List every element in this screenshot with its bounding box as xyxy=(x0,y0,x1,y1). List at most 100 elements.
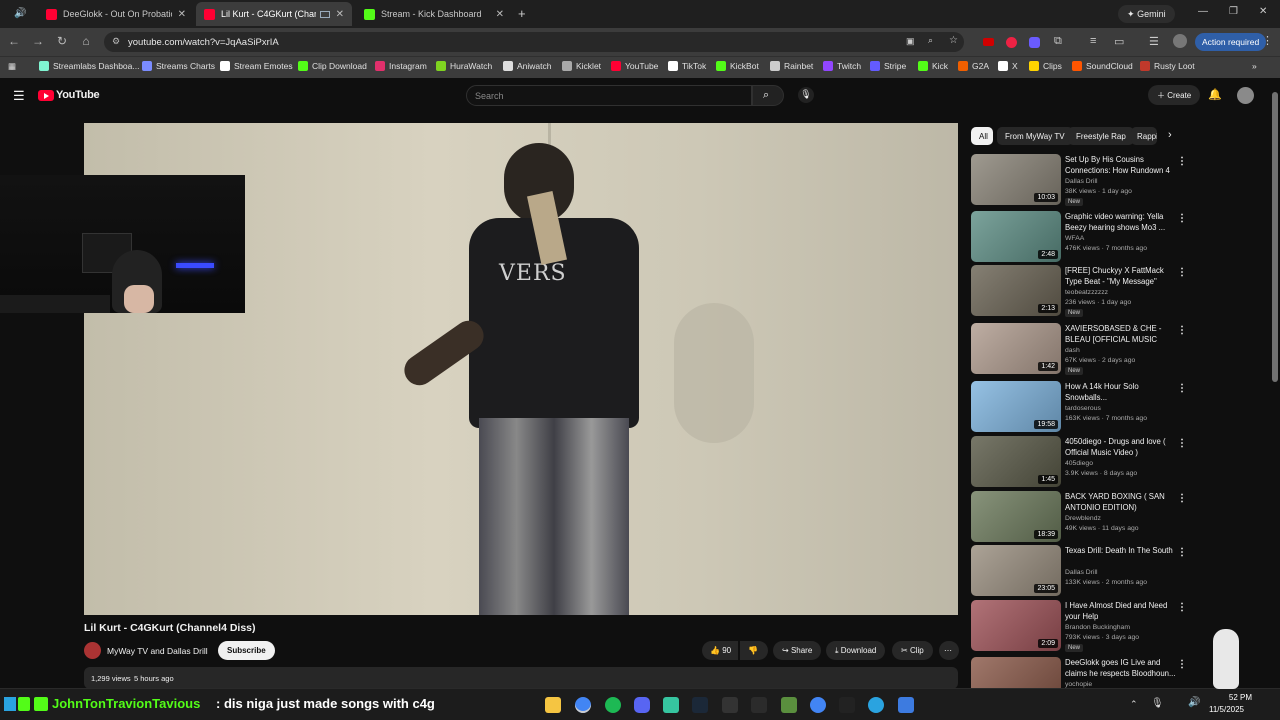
extensions-puzzle-icon[interactable]: ⧉ xyxy=(1054,35,1062,48)
recommendation-title[interactable]: Set Up By His Cousins Connections: How R… xyxy=(1065,155,1177,176)
hamburger-menu-icon[interactable]: ☰ xyxy=(13,88,25,104)
more-options-icon[interactable]: ⋮ xyxy=(1177,325,1187,336)
recommendation-title[interactable]: How A 14k Hour Solo Snowballs... xyxy=(1065,382,1177,403)
recommendation-item[interactable]: 18:39 BACK YARD BOXING ( SAN ANTONIO EDIT… xyxy=(971,491,1266,543)
tab-kick-dashboard[interactable]: Stream - Kick Dashboard ✕ xyxy=(356,2,512,26)
share-button[interactable]: ↪ Share xyxy=(773,641,822,660)
reload-icon[interactable]: ↻ xyxy=(54,34,70,48)
action-required-button[interactable]: Action required xyxy=(1195,33,1267,51)
clock-date[interactable]: 11/5/2025 xyxy=(1209,705,1244,714)
install-icon[interactable]: ▣ xyxy=(906,36,915,47)
recommendation-channel[interactable]: Drewblendz xyxy=(1065,515,1101,522)
recommendation-title[interactable]: BACK YARD BOXING ( SAN ANTONIO EDITION) xyxy=(1065,492,1177,513)
bookmark-soundcloud[interactable]: SoundCloud xyxy=(1072,61,1133,71)
back-icon[interactable]: ← xyxy=(6,34,22,48)
extension-icon[interactable] xyxy=(1006,37,1017,48)
bookmark-stripe[interactable]: Stripe xyxy=(870,61,906,71)
apps-grid-icon[interactable]: ▦ xyxy=(8,61,16,72)
media-icon[interactable]: ≡ xyxy=(1090,35,1096,47)
app-icon[interactable] xyxy=(781,697,797,713)
close-tab-icon[interactable]: ✕ xyxy=(496,9,504,20)
close-tab-icon[interactable]: ✕ xyxy=(178,9,186,20)
bookmark-stream-emotes[interactable]: Stream Emotes xyxy=(220,61,293,71)
bookmark-kickbot[interactable]: KickBot xyxy=(716,61,759,71)
recommendation-item[interactable]: 23:05 Texas Drill: Death In The South Dall… xyxy=(971,545,1266,597)
video-thumbnail[interactable]: 2:09 xyxy=(971,600,1061,651)
chip-all[interactable]: All xyxy=(971,127,993,145)
recommendation-channel[interactable]: tardoserous xyxy=(1065,405,1101,412)
bookmark-kicklet[interactable]: Kicklet xyxy=(562,61,601,71)
discord-icon[interactable] xyxy=(634,697,650,713)
minimize-icon[interactable]: — xyxy=(1198,6,1208,17)
more-options-icon[interactable]: ⋮ xyxy=(1177,383,1187,394)
download-button[interactable]: ⤓ Download xyxy=(826,641,886,660)
restore-icon[interactable]: ❐ xyxy=(1229,6,1238,17)
tab-lil-kurt[interactable]: Lil Kurt - C4GKurt (Channel ✕ xyxy=(196,2,352,26)
forward-icon[interactable]: → xyxy=(30,34,46,48)
recommendation-channel[interactable]: dash xyxy=(1065,347,1080,354)
recommendation-item[interactable]: 2:13 [FREE] Chuckyy X FattMack Type Beat … xyxy=(971,265,1266,317)
close-tab-icon[interactable]: ✕ xyxy=(336,9,344,20)
like-button[interactable]: 👍 90 xyxy=(702,641,738,660)
chip-rappi[interactable]: Rappi xyxy=(1131,127,1157,145)
gemini-button[interactable]: ✦ Gemini xyxy=(1118,5,1175,23)
video-thumbnail[interactable]: 18:39 xyxy=(971,491,1061,542)
recommendation-channel[interactable]: 405diego xyxy=(1065,460,1093,467)
volume-icon[interactable]: 🔊 xyxy=(1188,697,1200,708)
tab-deeglokk[interactable]: DeeGlokk - Out On Probation ( ✕ xyxy=(38,2,194,26)
more-bookmarks-icon[interactable]: » xyxy=(1252,61,1257,71)
recommendation-item[interactable]: 19:58 How A 14k Hour Solo Snowballs... tar… xyxy=(971,381,1266,433)
search-input[interactable]: Search xyxy=(466,85,752,106)
recommendation-title[interactable]: XAVIERSOBASED & CHE - BLEAU [OFFICIAL MU… xyxy=(1065,324,1177,345)
telegram-icon[interactable] xyxy=(868,697,884,713)
recommendation-item[interactable]: 2:48 Graphic video warning: Yella Beezy h… xyxy=(971,211,1266,263)
chip-from-myway-tv[interactable]: From MyWay TV xyxy=(997,127,1073,145)
more-options-icon[interactable]: ⋮ xyxy=(1177,267,1187,278)
bookmark-aniwatch[interactable]: Aniwatch xyxy=(503,61,552,71)
extension-icon[interactable] xyxy=(983,38,994,46)
profile-avatar[interactable] xyxy=(1173,34,1187,48)
steam-icon[interactable] xyxy=(692,697,708,713)
recommendation-channel[interactable]: teobeatzzzzzz xyxy=(1065,289,1108,296)
epic-games-icon[interactable] xyxy=(722,697,738,713)
speaker-icon[interactable]: 🔊 xyxy=(14,8,26,19)
microphone-icon[interactable]: 🎙 xyxy=(1151,698,1164,709)
bookmark-x[interactable]: X xyxy=(998,61,1018,71)
bookmark-rusty-loot[interactable]: Rusty Loot xyxy=(1140,61,1195,71)
more-options-icon[interactable]: ⋮ xyxy=(1177,602,1187,613)
app-icon[interactable] xyxy=(898,697,914,713)
new-tab-icon[interactable]: + xyxy=(518,6,526,21)
chrome-icon[interactable] xyxy=(575,697,591,713)
chips-next-icon[interactable]: › xyxy=(1168,129,1172,141)
spotify-icon[interactable] xyxy=(605,697,621,713)
more-options-icon[interactable]: ⋮ xyxy=(1177,156,1187,167)
video-thumbnail[interactable]: 1:45 xyxy=(971,436,1061,487)
recommendation-channel[interactable]: WFAA xyxy=(1065,235,1084,242)
bookmark-kick[interactable]: Kick xyxy=(918,61,948,71)
more-options-icon[interactable]: ⋮ xyxy=(1177,438,1187,449)
more-actions-button[interactable]: ⋯ xyxy=(939,641,959,660)
bookmark-clip-download[interactable]: Clip Download xyxy=(298,61,367,71)
recommendation-channel[interactable]: Brandon Buckingham xyxy=(1065,624,1130,631)
streamlabs-icon[interactable] xyxy=(663,697,679,713)
channel-name[interactable]: MyWay TV and Dallas Drill xyxy=(107,646,208,656)
menu-dots-icon[interactable]: ⋮ xyxy=(1262,34,1273,47)
voice-search-icon[interactable]: 🎙 xyxy=(798,87,814,103)
account-avatar[interactable] xyxy=(1237,87,1254,104)
video-thumbnail[interactable]: 2:13 xyxy=(971,265,1061,316)
bookmark-youtube[interactable]: YouTube xyxy=(611,61,658,71)
tray-chevron-icon[interactable]: ⌃ xyxy=(1130,699,1138,710)
video-thumbnail[interactable]: 23:05 xyxy=(971,545,1061,596)
close-window-icon[interactable]: ✕ xyxy=(1259,6,1267,17)
bookmark-streamlabs[interactable]: Streamlabs Dashboa... xyxy=(39,61,139,71)
bookmark-tiktok[interactable]: TikTok xyxy=(668,61,706,71)
app-icon[interactable] xyxy=(751,697,767,713)
more-options-icon[interactable]: ⋮ xyxy=(1177,493,1187,504)
zoom-icon[interactable]: ⌕ xyxy=(928,35,933,46)
extension-icon[interactable] xyxy=(1029,37,1040,48)
create-button[interactable]: ＋ Create xyxy=(1148,85,1201,105)
video-thumbnail[interactable]: 19:58 xyxy=(971,381,1061,432)
split-view-icon[interactable]: ▭ xyxy=(1114,35,1124,48)
dislike-button[interactable]: 👎 xyxy=(740,641,768,660)
chip-freestyle-rap[interactable]: Freestyle Rap xyxy=(1068,127,1134,145)
